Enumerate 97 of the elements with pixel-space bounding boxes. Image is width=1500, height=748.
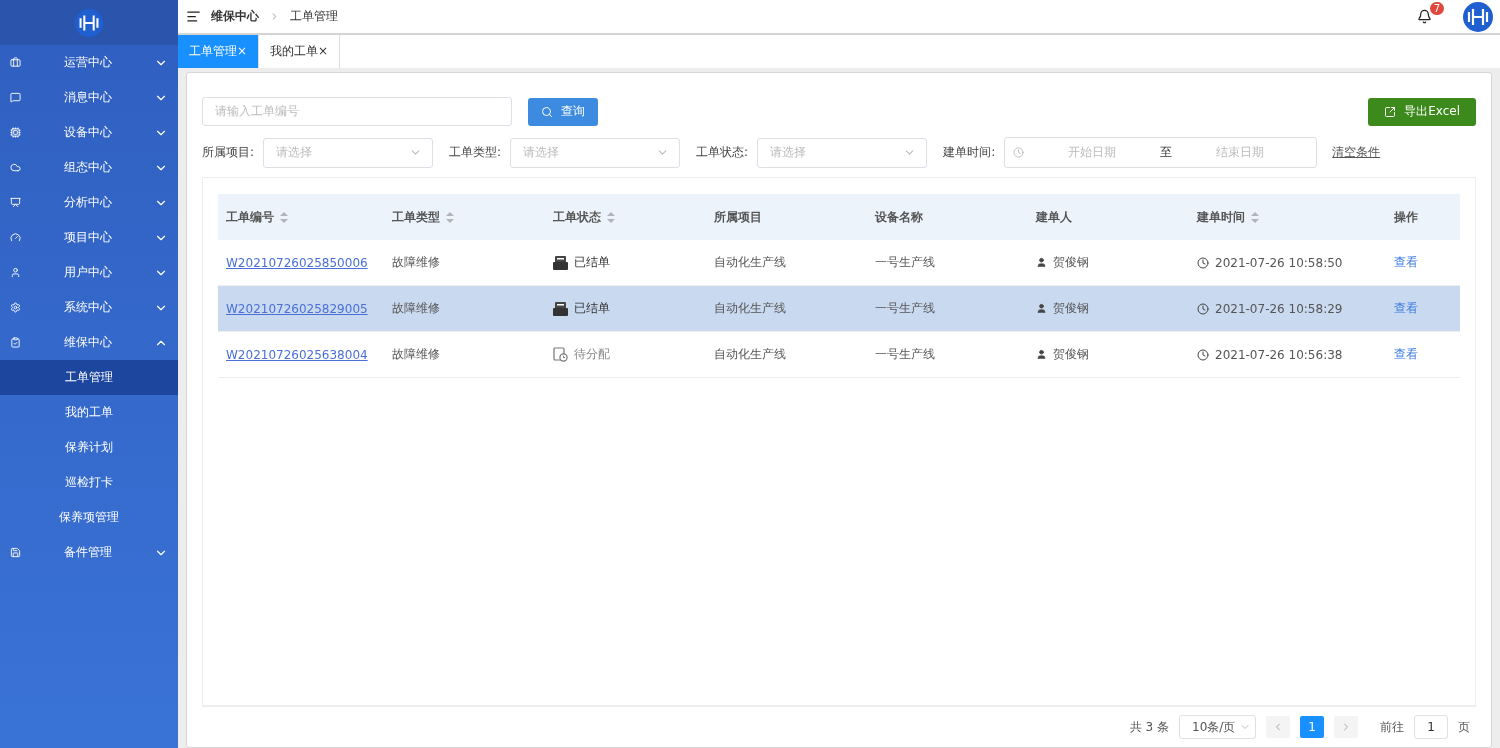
table-cell: 一号生产线	[867, 286, 1028, 332]
column-title: 建单人	[1036, 208, 1072, 226]
sidebar-item[interactable]: 系统中心	[0, 290, 178, 325]
settings-icon	[10, 302, 21, 313]
inbox-icon	[553, 301, 568, 316]
range-separator: 至	[1160, 144, 1173, 161]
briefcase-icon	[10, 57, 21, 68]
export-icon	[1384, 105, 1397, 118]
breadcrumb-item[interactable]: 维保中心	[211, 8, 259, 25]
sidebar-item[interactable]: 消息中心	[0, 80, 178, 115]
filter-label: 建单时间:	[943, 144, 996, 161]
message-icon	[10, 92, 21, 103]
inbox-icon	[553, 255, 568, 270]
sort-icon[interactable]	[1251, 211, 1259, 223]
filter-label: 工单状态:	[696, 144, 749, 161]
column-header[interactable]: 工单状态	[545, 194, 706, 240]
goto-label: 前往	[1380, 718, 1404, 736]
order-number-link[interactable]: W20210726025638004	[226, 347, 368, 362]
creator-name: 贺俊钢	[1053, 346, 1089, 363]
export-button[interactable]: 导出Excel	[1368, 97, 1476, 126]
user-icon	[1036, 257, 1047, 268]
order-number-link[interactable]: W20210726025850006	[226, 255, 368, 270]
page-size-select[interactable]: 10条/页	[1179, 715, 1256, 739]
next-page-button[interactable]	[1334, 716, 1358, 738]
filter-label: 所属项目:	[202, 144, 255, 161]
sidebar-item[interactable]: 设备中心	[0, 115, 178, 150]
clock-icon	[1013, 147, 1025, 158]
view-link[interactable]: 查看	[1394, 300, 1418, 317]
clock-icon	[1197, 348, 1209, 361]
column-title: 设备名称	[875, 208, 923, 226]
search-button[interactable]: 查询	[528, 97, 598, 126]
clipboard-icon	[10, 337, 21, 348]
tab[interactable]: 工单管理×	[178, 35, 260, 68]
column-header[interactable]: 工单类型	[384, 194, 545, 240]
table-cell: 故障维修	[384, 286, 545, 332]
created-time: 2021-07-26 10:58:50	[1215, 255, 1343, 270]
sidebar-item[interactable]: 备件管理	[0, 535, 178, 570]
page-input[interactable]: 1	[1414, 715, 1448, 739]
creator-name: 贺俊钢	[1053, 300, 1089, 317]
bell-icon[interactable]	[1417, 9, 1432, 24]
cloud-icon	[10, 162, 21, 173]
column-title: 操作	[1394, 208, 1418, 226]
save-icon	[10, 547, 21, 558]
clock-icon	[1197, 256, 1209, 269]
column-title: 工单类型	[392, 208, 440, 226]
breadcrumb-item: 工单管理	[290, 8, 338, 25]
column-title: 工单状态	[553, 208, 601, 226]
logo-icon	[74, 7, 104, 38]
prev-page-button[interactable]	[1266, 716, 1290, 738]
column-title: 所属项目	[714, 208, 762, 226]
column-title: 建单时间	[1197, 208, 1245, 226]
sort-icon[interactable]	[446, 211, 454, 223]
creator-name: 贺俊钢	[1053, 254, 1089, 271]
sort-icon[interactable]	[280, 211, 288, 223]
sidebar-subitem[interactable]: 我的工单	[0, 395, 178, 430]
user-icon	[1036, 303, 1047, 314]
sidebar-subitem[interactable]: 保养项管理	[0, 500, 178, 535]
presentation-icon	[10, 197, 21, 208]
date-range-field[interactable]: 开始日期 至 结束日期	[1004, 137, 1318, 168]
created-time: 2021-07-26 10:56:38	[1215, 347, 1343, 362]
created-time: 2021-07-26 10:58:29	[1215, 301, 1343, 316]
end-date-placeholder: 结束日期	[1215, 144, 1266, 161]
status-text: 已结单	[574, 254, 610, 271]
page-button[interactable]: 1	[1300, 716, 1324, 738]
sidebar-item[interactable]: 运营中心	[0, 45, 178, 80]
filter-label: 工单类型:	[449, 144, 502, 161]
start-date-placeholder: 开始日期	[1067, 144, 1118, 161]
column-header[interactable]: 建单时间	[1189, 194, 1386, 240]
view-link[interactable]: 查看	[1394, 346, 1418, 363]
clock-icon	[1197, 302, 1209, 315]
sidebar-item[interactable]: 组态中心	[0, 150, 178, 185]
user-icon	[1036, 349, 1047, 360]
user-icon	[10, 267, 21, 278]
sidebar-subitem[interactable]: 工单管理	[0, 360, 178, 395]
table-cell: 自动化生产线	[706, 286, 867, 332]
sort-icon[interactable]	[607, 211, 615, 223]
sidebar-item[interactable]: 分析中心	[0, 185, 178, 220]
sidebar-subitem[interactable]: 保养计划	[0, 430, 178, 465]
status-text: 待分配	[574, 346, 610, 363]
sidebar-item[interactable]: 维保中心	[0, 325, 178, 360]
calendar-clock-icon	[553, 347, 568, 362]
menu-icon[interactable]	[186, 9, 201, 24]
clear-filters-link[interactable]: 清空条件	[1332, 144, 1381, 161]
notification-badge: 7	[1429, 2, 1444, 15]
page-suffix: 页	[1458, 718, 1470, 736]
column-title: 工单编号	[226, 208, 274, 226]
chip-icon	[10, 127, 21, 138]
sidebar-item[interactable]: 用户中心	[0, 255, 178, 290]
status-text: 已结单	[574, 300, 610, 317]
column-header[interactable]: 工单编号	[218, 194, 384, 240]
sidebar-subitem[interactable]: 巡检打卡	[0, 465, 178, 500]
logo-icon	[1462, 0, 1494, 33]
gauge-icon	[10, 232, 21, 243]
total-count: 共 3 条	[1129, 718, 1169, 736]
view-link[interactable]: 查看	[1394, 254, 1418, 271]
sidebar-item[interactable]: 项目中心	[0, 220, 178, 255]
search-icon	[541, 105, 553, 118]
